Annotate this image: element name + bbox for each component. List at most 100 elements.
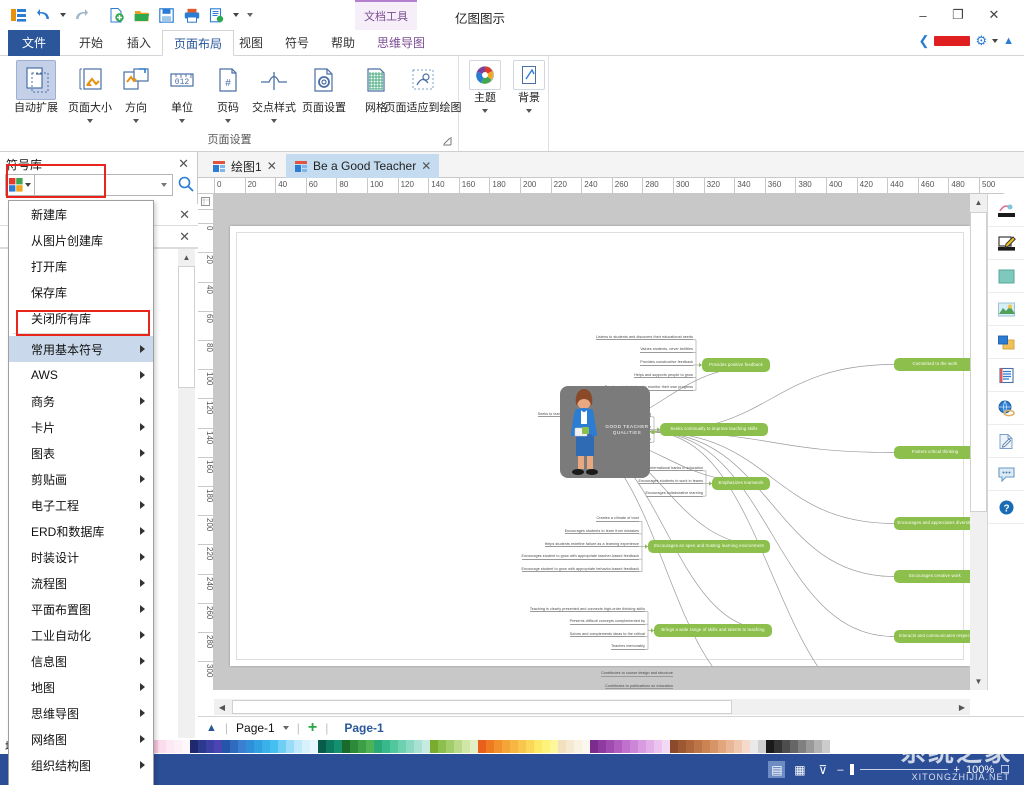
menu-item-8[interactable]: 卡片	[9, 414, 153, 440]
mindmap-branch-node[interactable]: Brings a wide range of skills and talent…	[654, 624, 772, 637]
layers-icon[interactable]	[988, 326, 1024, 359]
color-swatch[interactable]	[230, 739, 238, 753]
color-swatch[interactable]	[358, 739, 366, 753]
zoom-slider-handle[interactable]	[849, 764, 854, 775]
library-section-1-close-icon[interactable]: ✕	[179, 207, 190, 223]
menu-item-17[interactable]: 信息图	[9, 648, 153, 674]
color-swatch[interactable]	[822, 739, 830, 753]
color-swatch[interactable]	[462, 739, 470, 753]
menu-item-2[interactable]: 打开库	[9, 253, 153, 279]
color-swatch[interactable]	[774, 739, 782, 753]
color-swatch[interactable]	[662, 739, 670, 753]
color-swatch[interactable]	[470, 739, 478, 753]
color-swatch[interactable]	[342, 739, 350, 753]
mindmap-leaf-node[interactable]: Teaching is clearly presented and connec…	[529, 607, 645, 613]
menu-item-3[interactable]: 保存库	[9, 279, 153, 305]
color-swatch[interactable]	[502, 739, 510, 753]
ribbon-button-page-number[interactable]: # 页码	[202, 60, 254, 123]
notes-icon[interactable]	[988, 425, 1024, 458]
color-swatch[interactable]	[534, 739, 542, 753]
color-swatch[interactable]	[598, 739, 606, 753]
mindmap-branch-node[interactable]: Emphasizes teamwork	[712, 477, 770, 490]
symbol-pane-icon[interactable]	[988, 194, 1024, 227]
canvas-vertical-scrollbar[interactable]: ▲ ▼	[970, 194, 987, 690]
chevron-down-icon[interactable]	[133, 118, 139, 123]
color-swatch[interactable]	[622, 739, 630, 753]
doc-tab-be-a-good-teacher[interactable]: Be a Good Teacher ✕	[286, 154, 440, 178]
mindmap-leaf-node[interactable]: Creates a climate of trust	[596, 516, 639, 522]
color-swatch[interactable]	[350, 739, 358, 753]
maximize-button[interactable]: ❐	[942, 4, 974, 26]
canvas-horizontal-scrollbar[interactable]: ◀ ▶	[214, 699, 970, 715]
horizontal-ruler[interactable]: 0 20 40 60 80 100 120 140 160 180 200 220 240 260 280 3…	[198, 178, 1004, 194]
color-swatch[interactable]	[446, 739, 454, 753]
color-swatch[interactable]	[606, 739, 614, 753]
ribbon-button-fit-page-to-drawing[interactable]: 页面适应到绘图	[385, 60, 462, 115]
menu-item-4[interactable]: 关闭所有库	[9, 305, 153, 331]
ribbon-button-page-setup[interactable]: 页面设置	[294, 60, 354, 115]
mindmap-leaf-node[interactable]: Encourages collaborative learning	[645, 491, 703, 497]
color-swatch[interactable]	[406, 739, 414, 753]
color-swatch[interactable]	[390, 739, 398, 753]
color-swatch[interactable]	[222, 739, 230, 753]
color-swatch[interactable]	[294, 739, 302, 753]
color-swatch[interactable]	[590, 739, 598, 753]
color-swatch[interactable]	[430, 739, 438, 753]
color-swatch[interactable]	[798, 739, 806, 753]
menu-item-11[interactable]: 电子工程	[9, 492, 153, 518]
list-properties-icon[interactable]	[988, 359, 1024, 392]
color-swatch[interactable]	[750, 739, 758, 753]
menu-item-18[interactable]: 地图	[9, 674, 153, 700]
mindmap-leaf-node[interactable]: Values students, never belittles	[640, 347, 693, 353]
page-selector[interactable]: Page-1	[236, 721, 275, 735]
print-icon[interactable]	[181, 5, 202, 25]
color-swatch[interactable]	[542, 739, 550, 753]
zoom-in-button[interactable]: +	[954, 764, 960, 776]
ruler-corner-icon[interactable]	[198, 194, 214, 210]
color-swatch[interactable]	[678, 739, 686, 753]
close-button[interactable]: ✕	[978, 4, 1010, 26]
color-swatch[interactable]	[438, 739, 446, 753]
menu-item-16[interactable]: 工业自动化	[9, 622, 153, 648]
scroll-up-icon[interactable]: ▲	[970, 194, 987, 211]
color-swatch[interactable]	[422, 739, 430, 753]
undo-dropdown-icon[interactable]	[58, 5, 67, 25]
pen-edit-icon[interactable]	[988, 227, 1024, 260]
chevron-down-icon[interactable]	[225, 118, 231, 123]
mindmap-branch-node[interactable]: Interacts and communicates respect	[894, 630, 976, 643]
color-swatch[interactable]	[718, 739, 726, 753]
undo-icon[interactable]	[33, 5, 54, 25]
color-swatch[interactable]	[190, 739, 198, 753]
color-swatch[interactable]	[670, 739, 678, 753]
vertical-ruler[interactable]: 2002040608010012014016018020022024026028…	[198, 194, 214, 690]
tab-home[interactable]: 开始	[68, 30, 114, 56]
color-swatch[interactable]	[286, 739, 294, 753]
share-icon[interactable]: ❮	[919, 33, 930, 49]
color-swatch[interactable]	[566, 739, 574, 753]
panel-close-icon[interactable]: ✕	[178, 156, 189, 172]
presentation-view-button[interactable]: ⊽	[814, 761, 831, 778]
tab-mind-map[interactable]: 思维导图	[366, 30, 436, 56]
tab-view[interactable]: 视图	[228, 30, 274, 56]
edraw-logo-icon[interactable]	[8, 5, 29, 25]
scroll-up-icon[interactable]: ▲	[178, 249, 195, 266]
menu-item-7[interactable]: 商务	[9, 388, 153, 414]
comments-icon[interactable]	[988, 458, 1024, 491]
scrollbar-thumb[interactable]	[970, 212, 987, 512]
color-swatch[interactable]	[654, 739, 662, 753]
mindmap-leaf-node[interactable]: Contributes to publications on education	[605, 684, 673, 690]
color-swatch[interactable]	[814, 739, 822, 753]
color-swatch[interactable]	[614, 739, 622, 753]
print-dropdown-icon[interactable]	[231, 5, 240, 25]
add-page-button[interactable]: +	[308, 719, 317, 737]
menu-item-20[interactable]: 网络图	[9, 726, 153, 752]
mindmap-center-node[interactable]: GOOD TEACHER QUALITIES	[560, 386, 650, 478]
mindmap-leaf-node[interactable]: Encourages students to learn from mistak…	[564, 529, 639, 535]
menu-item-13[interactable]: 时装设计	[9, 544, 153, 570]
color-swatch[interactable]	[158, 739, 166, 753]
ribbon-button-auto-expand[interactable]: 自动扩展	[10, 60, 62, 115]
print-preview-icon[interactable]	[206, 5, 227, 25]
mindmap-leaf-node[interactable]: Helps students redefine failure as a lea…	[544, 542, 639, 547]
color-swatch[interactable]	[182, 739, 190, 753]
mindmap-branch-node[interactable]: Seeks continually to improve teaching sk…	[660, 423, 768, 436]
